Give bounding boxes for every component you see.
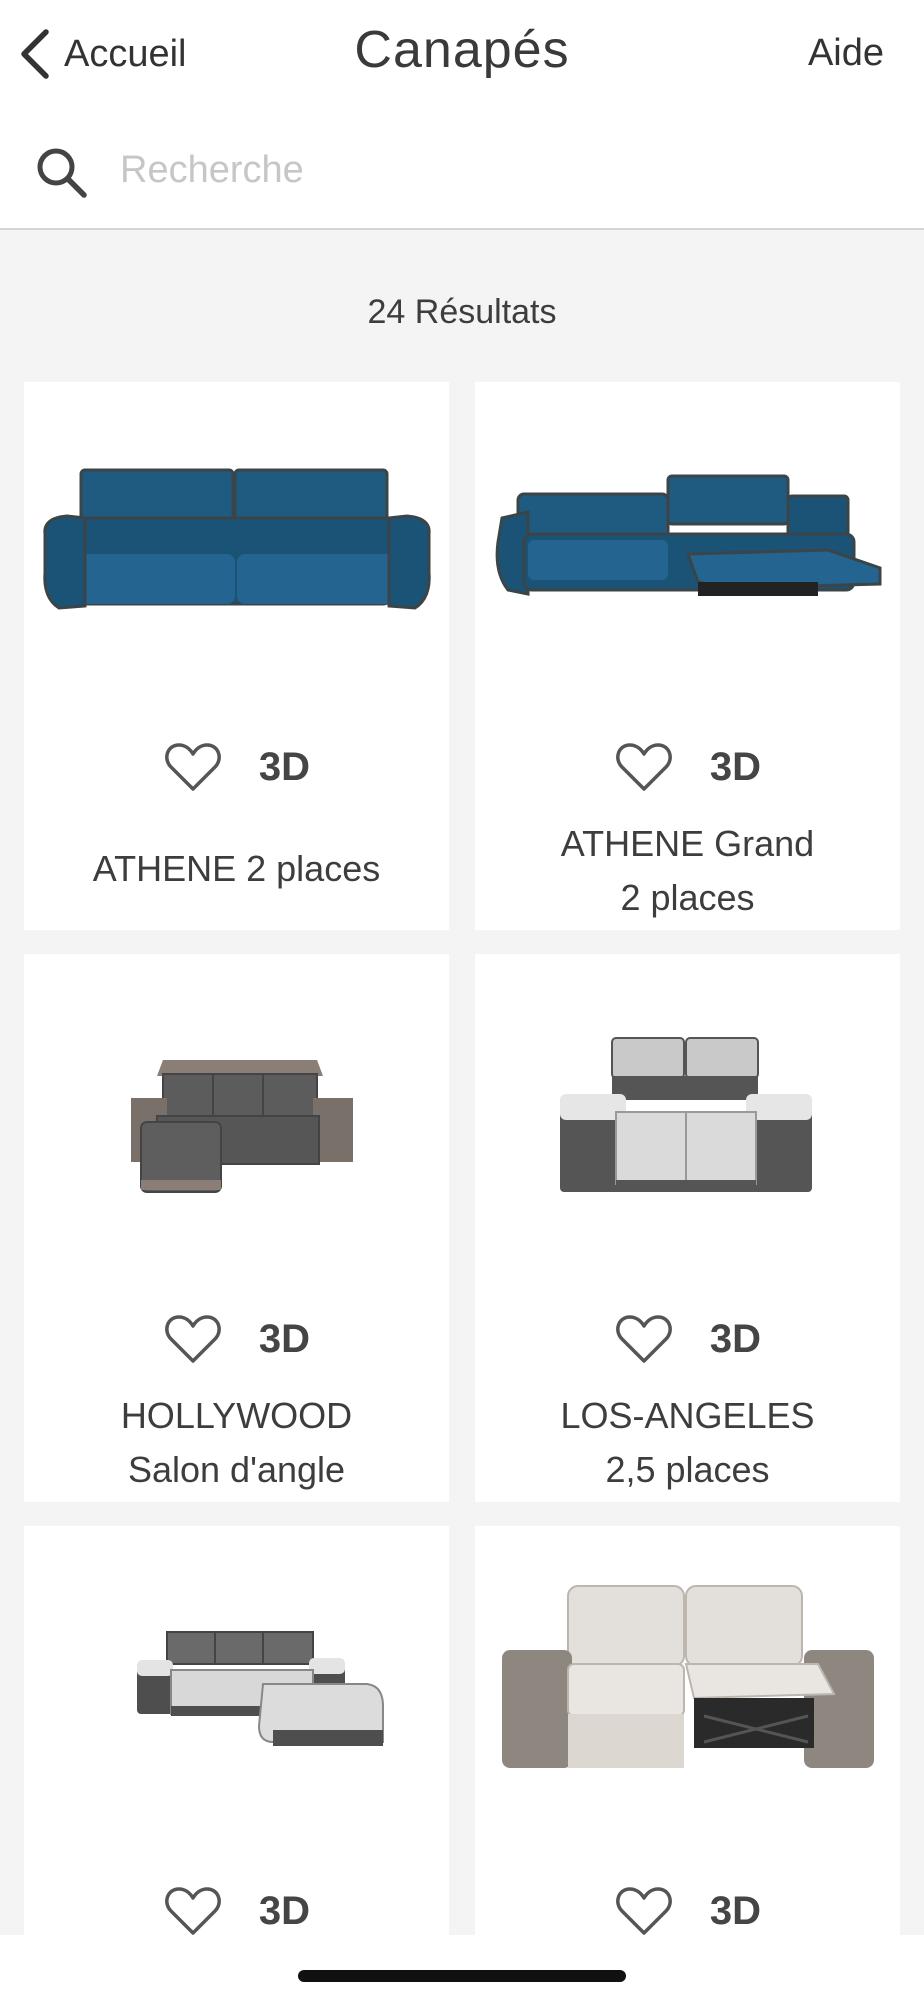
- favorite-button[interactable]: [614, 1884, 674, 1938]
- heart-outline-icon: [165, 1887, 221, 1935]
- back-label: Accueil: [64, 32, 187, 75]
- chevron-left-icon: [21, 29, 49, 79]
- product-name-line1: HOLLYWOOD: [120, 1395, 353, 1436]
- card-actions: 3D: [24, 1881, 449, 1941]
- product-grid: 3D ATHENE 2 places 3D ATHENE Grand 2 pla…: [24, 382, 900, 2000]
- screen: Accueil Canapés Aide 24 Résultats: [0, 0, 924, 2000]
- home-indicator-area: [0, 1935, 924, 2000]
- heart-outline-icon: [616, 743, 672, 791]
- heart-outline-icon: [165, 743, 221, 791]
- card-actions: 3D: [24, 1309, 449, 1369]
- product-card[interactable]: 3D ATHENE 2 places: [24, 382, 449, 930]
- view-3d-button[interactable]: 3D: [259, 1889, 310, 1934]
- view-3d-button[interactable]: 3D: [259, 745, 310, 790]
- product-name: LOS-ANGELES 2,5 places: [485, 1389, 890, 1497]
- view-3d-button[interactable]: 3D: [710, 1317, 761, 1362]
- product-image-beige-recliner-sofa: [475, 1526, 900, 1826]
- product-image-grey-white-corner-sofa: [24, 1526, 449, 1826]
- results-count: 24 Résultats: [367, 293, 557, 331]
- search-input[interactable]: [120, 138, 880, 202]
- product-image-blue-recliner-sofa: [475, 382, 900, 682]
- card-actions: 3D: [475, 1309, 900, 1369]
- product-name-line1: LOS-ANGELES: [560, 1395, 815, 1436]
- favorite-button[interactable]: [614, 740, 674, 794]
- view-3d-button[interactable]: 3D: [259, 1317, 310, 1362]
- heart-outline-icon: [616, 1887, 672, 1935]
- search-bar: [0, 110, 924, 230]
- help-button[interactable]: Aide: [808, 32, 884, 75]
- favorite-button[interactable]: [163, 1312, 223, 1366]
- favorite-button[interactable]: [163, 740, 223, 794]
- product-name: ATHENE Grand 2 places: [485, 817, 890, 925]
- view-3d-button[interactable]: 3D: [710, 1889, 761, 1934]
- favorite-button[interactable]: [163, 1884, 223, 1938]
- product-card[interactable]: 3D LOS-ANGELES 2,5 places: [475, 954, 900, 1502]
- view-3d-button[interactable]: 3D: [710, 745, 761, 790]
- back-button[interactable]: Accueil: [18, 24, 187, 84]
- product-name: HOLLYWOOD Salon d'angle: [34, 1389, 439, 1497]
- card-actions: 3D: [24, 737, 449, 797]
- product-name-line2: 2,5 places: [605, 1449, 770, 1490]
- search-icon: [37, 148, 87, 198]
- card-actions: 3D: [475, 1881, 900, 1941]
- product-name-line1: ATHENE Grand: [560, 823, 815, 864]
- product-image-grey-white-sofa: [475, 954, 900, 1254]
- product-name: ATHENE 2 places: [34, 842, 439, 896]
- heart-outline-icon: [616, 1315, 672, 1363]
- heart-outline-icon: [165, 1315, 221, 1363]
- product-name-line2: 2 places: [620, 877, 755, 918]
- card-actions: 3D: [475, 737, 900, 797]
- product-card[interactable]: 3D HOLLYWOOD Salon d'angle: [24, 954, 449, 1502]
- home-indicator[interactable]: [298, 1970, 626, 1982]
- product-card[interactable]: 3D ATHENE Grand 2 places: [475, 382, 900, 930]
- nav-bar: Accueil Canapés Aide: [0, 0, 924, 110]
- product-name-line1: ATHENE 2 places: [92, 848, 381, 889]
- product-card[interactable]: 3D: [24, 1526, 449, 2000]
- product-image-blue-sofa: [24, 382, 449, 682]
- product-name-line2: Salon d'angle: [127, 1449, 346, 1490]
- product-card[interactable]: 3D: [475, 1526, 900, 2000]
- product-image-grey-corner-sofa: [24, 954, 449, 1254]
- favorite-button[interactable]: [614, 1312, 674, 1366]
